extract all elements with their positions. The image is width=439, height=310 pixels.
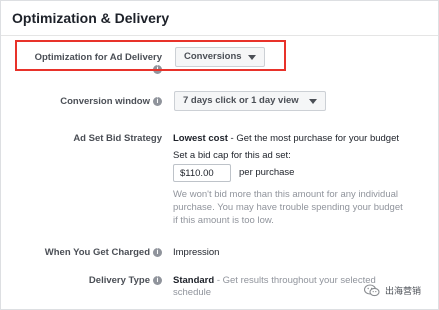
delivery-type-description: - Get results throughout your selected bbox=[214, 275, 376, 286]
bid-strategy-description: - Get the most purchase for your budget bbox=[227, 133, 399, 144]
conversion-window-info-icon[interactable]: i bbox=[153, 97, 162, 106]
section-header: Optimization & Delivery bbox=[1, 1, 438, 36]
chevron-down-icon bbox=[309, 99, 317, 104]
charged-info-icon[interactable]: i bbox=[153, 248, 162, 257]
bid-strategy-label: Ad Set Bid Strategy bbox=[73, 133, 162, 144]
bid-cap-input[interactable]: $110.00 bbox=[173, 164, 231, 182]
bid-strategy-name: Lowest cost bbox=[173, 133, 228, 144]
delivery-type-text: Standard - Get results throughout your s… bbox=[173, 275, 376, 286]
watermark-text: 出海营销 bbox=[385, 286, 422, 296]
conversion-window-label: Conversion window i bbox=[60, 96, 162, 107]
delivery-type-info-icon[interactable]: i bbox=[153, 276, 162, 285]
watermark: 出海营销 bbox=[364, 284, 421, 297]
delivery-type-name: Standard bbox=[173, 275, 215, 286]
bid-cap-helper-text: We won't bid more than this amount for a… bbox=[173, 189, 403, 226]
conversion-window-dropdown[interactable]: 7 days click or 1 day view bbox=[174, 91, 326, 111]
highlight-box bbox=[15, 40, 286, 71]
section-title: Optimization & Delivery bbox=[12, 10, 170, 26]
bid-cap-suffix: per purchase bbox=[239, 167, 295, 178]
charged-label: When You Get Charged i bbox=[45, 247, 162, 258]
bid-strategy-text: Lowest cost - Get the most purchase for … bbox=[173, 133, 399, 144]
conversion-window-value: 7 days click or 1 day view bbox=[183, 95, 299, 106]
optimization-delivery-panel: Optimization & Delivery Optimization for… bbox=[0, 0, 439, 310]
charged-value: Impression bbox=[173, 247, 220, 258]
delivery-type-description-2: schedule bbox=[173, 287, 212, 298]
bid-cap-label: Set a bid cap for this ad set: bbox=[173, 150, 291, 161]
wechat-icon bbox=[364, 284, 380, 297]
delivery-type-label: Delivery Type i bbox=[89, 275, 162, 286]
